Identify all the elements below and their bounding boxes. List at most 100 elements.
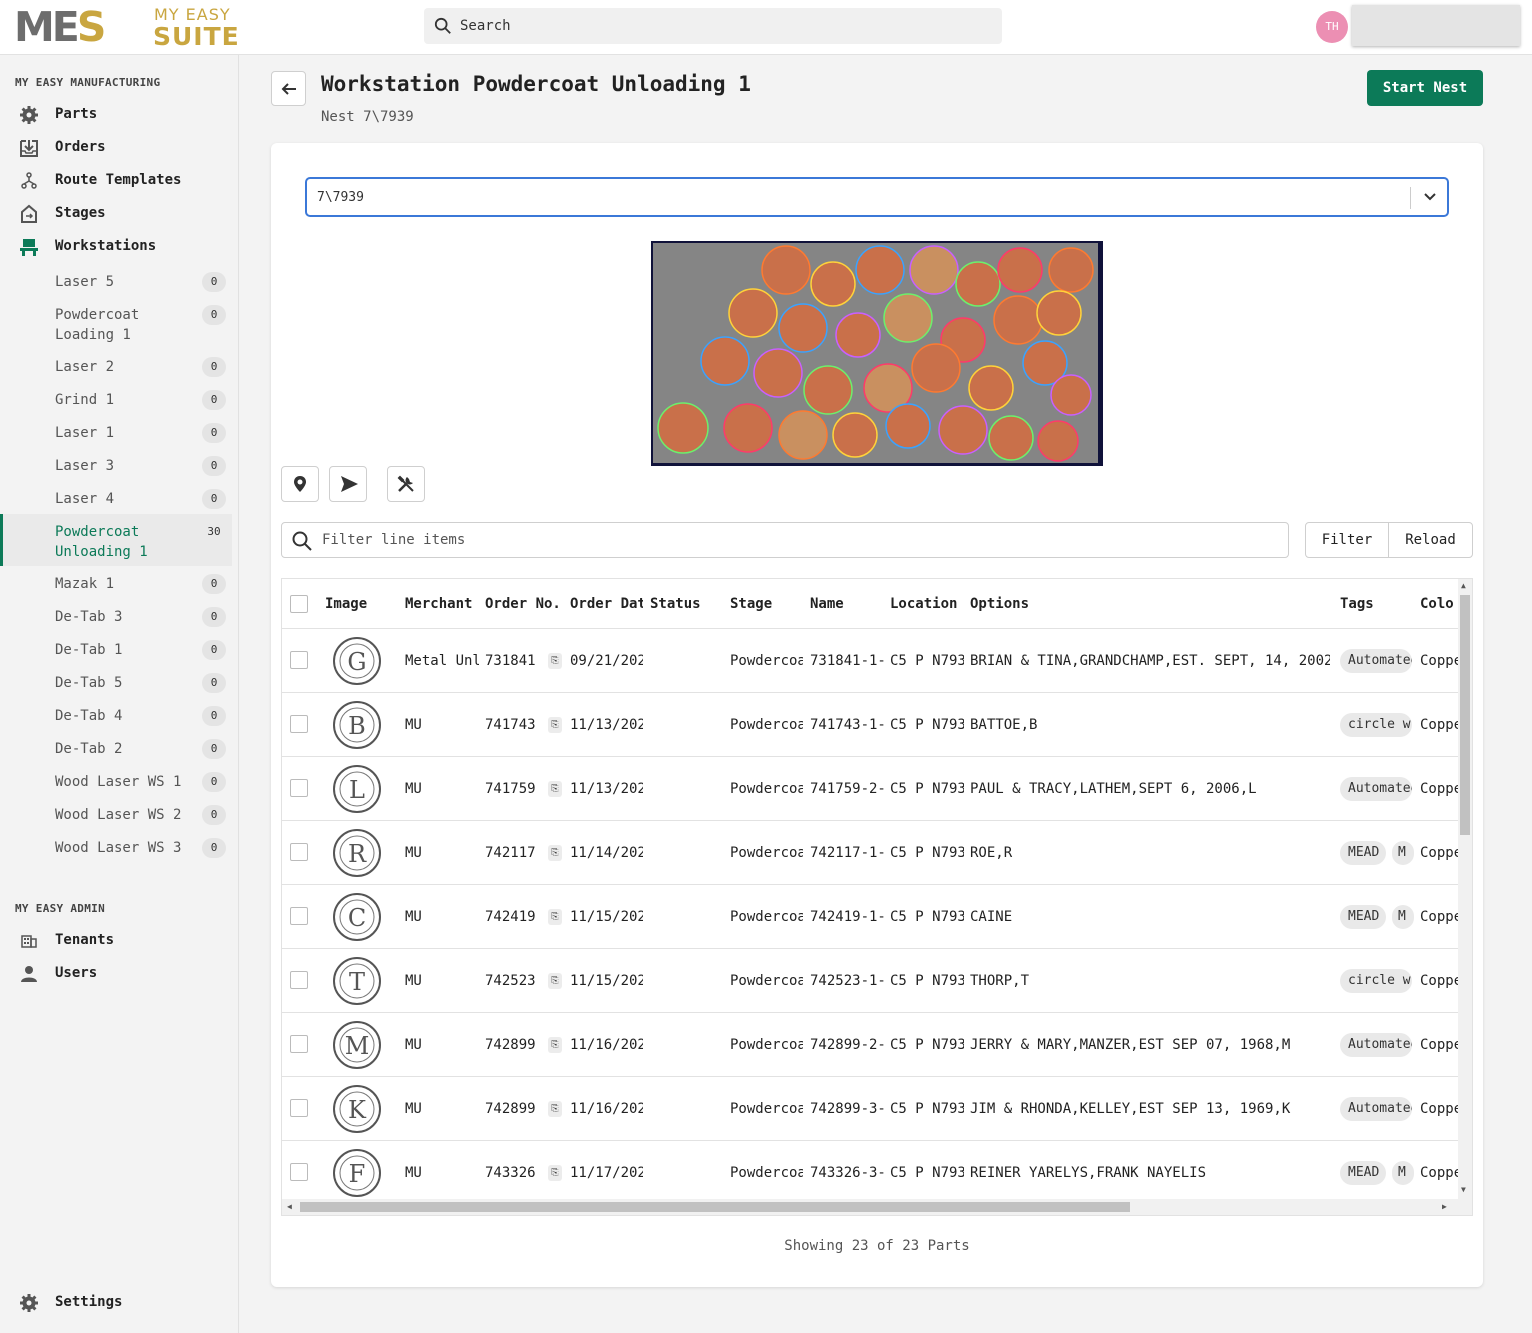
cell-merchant: MU: [405, 1101, 422, 1117]
horizontal-scrollbar[interactable]: ◀ ▶: [282, 1199, 1472, 1215]
column-header-name[interactable]: Name: [810, 596, 888, 612]
column-header-options[interactable]: Options: [970, 596, 1270, 612]
column-header-color[interactable]: Colo: [1420, 596, 1458, 612]
search-input[interactable]: Search: [424, 8, 1002, 44]
order-link-icon[interactable]: ⎘: [548, 1101, 562, 1117]
column-header-status[interactable]: Status: [650, 596, 728, 612]
sidebar-item-stages[interactable]: Stages: [0, 198, 239, 230]
scroll-up-icon[interactable]: ▲: [1461, 581, 1466, 590]
workstation-item[interactable]: De-Tab 3 0: [0, 599, 232, 632]
table-row[interactable]: M MU 742899 11/16/202 Powdercoa 742899-2- C5 P…: [282, 1013, 1458, 1077]
row-checkbox[interactable]: [290, 715, 308, 733]
workstation-item[interactable]: Laser 4 0: [0, 481, 232, 514]
avatar[interactable]: TH: [1316, 11, 1348, 43]
vertical-scrollbar[interactable]: ▲ ▼: [1458, 579, 1472, 1199]
row-checkbox[interactable]: [290, 1099, 308, 1117]
order-link-icon[interactable]: ⎘: [548, 653, 562, 669]
column-header-location[interactable]: Location: [890, 596, 968, 612]
workstation-item[interactable]: Laser 5 0: [0, 264, 232, 297]
table-row[interactable]: G Metal Unl 731841 09/21/202 Powdercoa 731841…: [282, 629, 1458, 693]
row-checkbox[interactable]: [290, 843, 308, 861]
cell-merchant: MU: [405, 1165, 422, 1181]
section-title-admin: MY EASY ADMIN: [15, 902, 105, 915]
brand-logo[interactable]: MES MY EASY SUITE: [14, 5, 244, 52]
thumbnail-letter: R: [348, 840, 367, 868]
workstation-item[interactable]: Laser 3 0: [0, 448, 232, 481]
send-button[interactable]: [329, 466, 367, 502]
order-link-icon[interactable]: ⎘: [548, 909, 562, 925]
user-menu[interactable]: [1352, 5, 1520, 46]
filter-button[interactable]: Filter: [1306, 523, 1389, 557]
workstation-item[interactable]: Laser 2 0: [0, 349, 232, 382]
sidebar-item-parts[interactable]: Parts: [0, 99, 239, 131]
workstation-item[interactable]: Wood Laser WS 2 0: [0, 797, 232, 830]
row-checkbox[interactable]: [290, 1163, 308, 1181]
workstation-item[interactable]: De-Tab 2 0: [0, 731, 232, 764]
scroll-down-icon[interactable]: ▼: [1461, 1185, 1466, 1194]
order-link-icon[interactable]: ⎘: [548, 973, 562, 989]
workstation-item[interactable]: Wood Laser WS 3 0: [0, 830, 232, 863]
filter-placeholder: Filter line items: [322, 532, 466, 548]
filter-line-items-input[interactable]: Filter line items: [281, 522, 1289, 558]
chevron-down-icon[interactable]: [1423, 190, 1437, 204]
sidebar-item-tenants[interactable]: Tenants: [0, 925, 239, 957]
workstation-item[interactable]: Mazak 1 0: [0, 566, 232, 599]
workstation-item[interactable]: De-Tab 5 0: [0, 665, 232, 698]
reload-button[interactable]: Reload: [1389, 523, 1472, 557]
sidebar-item-settings[interactable]: Settings: [0, 1287, 239, 1319]
order-link-icon[interactable]: ⎘: [548, 781, 562, 797]
row-checkbox[interactable]: [290, 1035, 308, 1053]
table-row[interactable]: K MU 742899 11/16/202 Powdercoa 742899-3- C5 P…: [282, 1077, 1458, 1141]
tools-button[interactable]: [387, 466, 425, 502]
horizontal-scroll-thumb[interactable]: [300, 1202, 1130, 1212]
row-checkbox[interactable]: [290, 971, 308, 989]
order-link-icon[interactable]: ⎘: [548, 1165, 562, 1181]
order-link-icon[interactable]: ⎘: [548, 1037, 562, 1053]
order-link-icon[interactable]: ⎘: [548, 845, 562, 861]
column-header-image[interactable]: Image: [325, 596, 403, 612]
workstation-label: De-Tab 1: [55, 642, 123, 658]
table-row[interactable]: L MU 741759 11/13/202 Powdercoa 741759-2- C5 P…: [282, 757, 1458, 821]
sidebar-item-orders[interactable]: Orders: [0, 132, 239, 164]
nest-part: [911, 343, 961, 393]
scroll-right-icon[interactable]: ▶: [1442, 1202, 1447, 1211]
table-row[interactable]: T MU 742523 11/15/202 Powdercoa 742523-1- C5 P…: [282, 949, 1458, 1013]
workstation-item[interactable]: De-Tab 4 0: [0, 698, 232, 731]
workstation-item[interactable]: Wood Laser WS 1 0: [0, 764, 232, 797]
cell-options: ROE,R: [970, 845, 1013, 861]
tag-chip: circle w: [1340, 713, 1412, 737]
row-checkbox[interactable]: [290, 907, 308, 925]
vertical-scroll-thumb[interactable]: [1460, 595, 1470, 835]
column-header-order-no[interactable]: Order No.: [485, 596, 569, 612]
sidebar-item-workstations[interactable]: Workstations: [0, 231, 239, 263]
nest-select[interactable]: 7\7939: [305, 177, 1449, 217]
workstation-item[interactable]: Powdercoat Loading 1 0: [0, 297, 232, 349]
sidebar-item-route-templates[interactable]: Route Templates: [0, 165, 239, 197]
table-row[interactable]: R MU 742117 11/14/202 Powdercoa 742117-1- C5 P…: [282, 821, 1458, 885]
workstation-item[interactable]: De-Tab 1 0: [0, 632, 232, 665]
workstation-item[interactable]: Powdercoat Unloading 1 30: [0, 514, 232, 566]
row-checkbox[interactable]: [290, 779, 308, 797]
column-header-order-date[interactable]: Order Dat: [570, 596, 643, 612]
tag-chip: M: [1392, 905, 1414, 929]
table-row[interactable]: C MU 742419 11/15/202 Powdercoa 742419-1- C5 P…: [282, 885, 1458, 949]
cell-options: BRIAN & TINA,GRANDCHAMP,EST. SEPT, 14, 2…: [970, 653, 1330, 669]
workstation-count-badge: 0: [202, 772, 226, 792]
column-header-tags[interactable]: Tags: [1340, 596, 1418, 612]
sidebar-item-users[interactable]: Users: [0, 958, 239, 990]
thumbnail-letter: L: [349, 776, 365, 804]
table-row[interactable]: F MU 743326 11/17/202 Powdercoa 743326-3- C5 P…: [282, 1141, 1458, 1205]
start-nest-button[interactable]: Start Nest: [1367, 70, 1483, 106]
workstation-item[interactable]: Laser 1 0: [0, 415, 232, 448]
workstation-label: Grind 1: [55, 392, 115, 408]
locate-button[interactable]: [281, 466, 319, 502]
order-link-icon[interactable]: ⎘: [548, 717, 562, 733]
back-button[interactable]: [271, 71, 306, 106]
row-checkbox[interactable]: [290, 651, 308, 669]
scroll-left-icon[interactable]: ◀: [287, 1202, 292, 1211]
column-header-merchant[interactable]: Merchant: [405, 596, 483, 612]
table-row[interactable]: B MU 741743 11/13/202 Powdercoa 741743-1- C5 P…: [282, 693, 1458, 757]
column-header-stage[interactable]: Stage: [730, 596, 808, 612]
workstation-item[interactable]: Grind 1 0: [0, 382, 232, 415]
select-all-checkbox[interactable]: [290, 595, 308, 613]
